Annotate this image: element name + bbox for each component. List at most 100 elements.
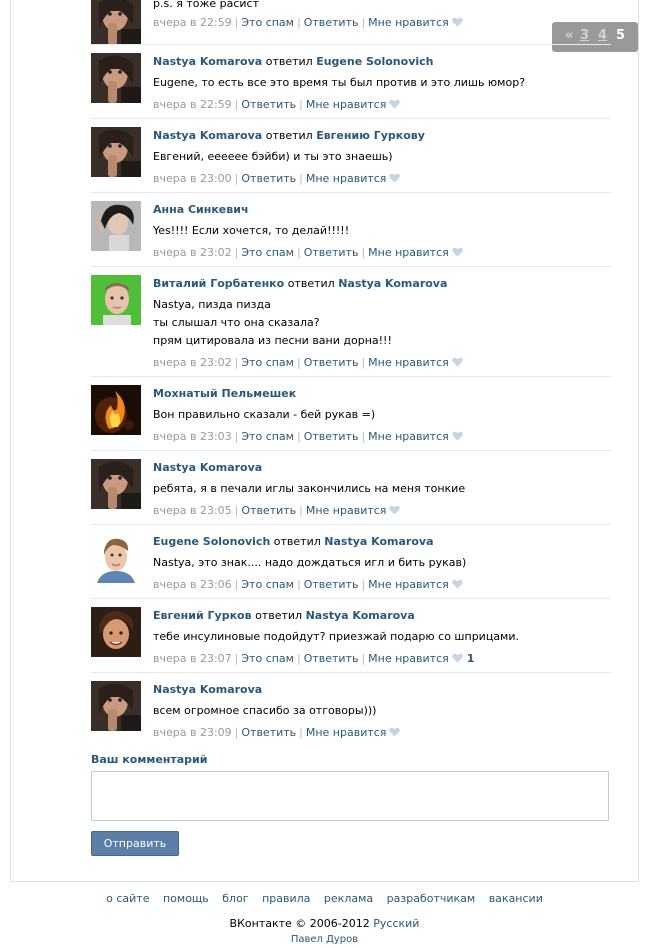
like-link[interactable]: Мне нравится: [306, 726, 387, 739]
reply-link[interactable]: Ответить: [304, 246, 359, 259]
like-link[interactable]: Мне нравится: [368, 246, 449, 259]
like-link[interactable]: Мне нравится: [368, 578, 449, 591]
heart-icon[interactable]: [452, 653, 463, 663]
comment-time[interactable]: вчера в 23:02: [153, 246, 232, 259]
comment-divider: [91, 266, 611, 267]
comment-time[interactable]: вчера в 23:05: [153, 504, 232, 517]
meta-separator: |: [361, 246, 366, 259]
pager-prev-link[interactable]: «: [565, 28, 573, 44]
language-link[interactable]: Русский: [373, 917, 419, 930]
comment-header: Nastya Komarova ответил Eugene Solonovic…: [153, 55, 611, 69]
comment-divider: [91, 44, 611, 45]
avatar[interactable]: [91, 459, 141, 509]
heart-icon[interactable]: [452, 247, 463, 257]
comment-time[interactable]: вчера в 23:03: [153, 430, 232, 443]
comment-author-link[interactable]: Виталий Горбатенко: [153, 277, 284, 290]
comment-divider: [91, 118, 611, 119]
meta-separator: |: [361, 356, 366, 369]
footer-link-rules[interactable]: правила: [262, 892, 310, 905]
like-link[interactable]: Мне нравится: [368, 652, 449, 665]
send-button[interactable]: Отправить: [91, 831, 179, 856]
comment-time[interactable]: вчера в 23:09: [153, 726, 232, 739]
comment-reply-target-link[interactable]: Nastya Komarova: [306, 609, 415, 622]
heart-icon[interactable]: [452, 17, 463, 27]
like-count[interactable]: 1: [467, 652, 475, 665]
footer-link-help[interactable]: помощь: [163, 892, 209, 905]
avatar[interactable]: [91, 127, 141, 177]
meta-separator: |: [296, 430, 301, 443]
meta-separator: |: [296, 652, 301, 665]
spam-link[interactable]: Это спам: [241, 578, 294, 591]
like-link[interactable]: Мне нравится: [368, 430, 449, 443]
comment-author-link[interactable]: Nastya Komarova: [153, 55, 262, 68]
comment-time[interactable]: вчера в 22:59: [153, 16, 232, 29]
comment-text: Вон правильно сказали - бей рукав =): [153, 406, 611, 424]
comment-author-link[interactable]: Nastya Komarova: [153, 129, 262, 142]
comment-time[interactable]: вчера в 23:02: [153, 356, 232, 369]
reply-link[interactable]: Ответить: [241, 172, 296, 185]
spam-link[interactable]: Это спам: [241, 16, 294, 29]
like-link[interactable]: Мне нравится: [368, 16, 449, 29]
reply-link[interactable]: Ответить: [304, 356, 359, 369]
heart-icon[interactable]: [389, 505, 401, 515]
heart-icon[interactable]: [389, 173, 401, 183]
heart-icon[interactable]: [389, 727, 401, 737]
avatar[interactable]: [91, 607, 141, 657]
comment-reply-target-link[interactable]: Nastya Komarova: [324, 535, 433, 548]
avatar[interactable]: [91, 533, 141, 583]
footer-link-jobs[interactable]: вакансии: [489, 892, 543, 905]
avatar[interactable]: [91, 53, 141, 103]
comment-reply-target-link[interactable]: Nastya Komarova: [338, 277, 447, 290]
comment-meta: вчера в 23:00 | Ответить | Мне нравится: [153, 172, 611, 186]
footer-link-ads[interactable]: реклама: [324, 892, 373, 905]
meta-separator: |: [299, 172, 303, 185]
reply-link[interactable]: Ответить: [241, 726, 296, 739]
comment-divider: [91, 376, 611, 377]
comment-time[interactable]: вчера в 23:07: [153, 652, 232, 665]
comment-author-link[interactable]: Nastya Komarova: [153, 683, 262, 696]
avatar[interactable]: [91, 275, 141, 325]
reply-link[interactable]: Ответить: [241, 98, 296, 111]
heart-icon[interactable]: [452, 357, 463, 367]
comment-header: Eugene Solonovich ответил Nastya Komarov…: [153, 535, 611, 549]
avatar[interactable]: [91, 681, 141, 731]
spam-link[interactable]: Это спам: [241, 246, 294, 259]
like-link[interactable]: Мне нравится: [306, 504, 387, 517]
comment-author-link[interactable]: Анна Синкевич: [153, 203, 249, 216]
heart-icon[interactable]: [452, 579, 463, 589]
reply-link[interactable]: Ответить: [304, 430, 359, 443]
heart-icon[interactable]: [389, 99, 401, 109]
like-link[interactable]: Мне нравится: [368, 356, 449, 369]
pager-page-3[interactable]: 3: [580, 28, 589, 44]
footer-link-blog[interactable]: блог: [222, 892, 248, 905]
spam-link[interactable]: Это спам: [241, 652, 294, 665]
reply-link[interactable]: Ответить: [304, 652, 359, 665]
comment-reply-target-link[interactable]: Евгению Гуркову: [316, 129, 425, 142]
comment-body: Виталий Горбатенко ответил Nastya Komaro…: [153, 277, 611, 370]
comment-author-link[interactable]: Евгений Гурков: [153, 609, 252, 622]
footer-link-developers[interactable]: разработчикам: [387, 892, 476, 905]
comment-author-link[interactable]: Eugene Solonovich: [153, 535, 270, 548]
footer-link-about[interactable]: о сайте: [106, 892, 149, 905]
comment-textarea[interactable]: [91, 771, 609, 821]
like-link[interactable]: Мне нравится: [306, 172, 387, 185]
heart-icon[interactable]: [452, 431, 463, 441]
like-link[interactable]: Мне нравится: [306, 98, 387, 111]
comment-author-link[interactable]: Мохнатый Пельмешек: [153, 387, 296, 400]
comment-time[interactable]: вчера в 23:00: [153, 172, 232, 185]
avatar[interactable]: [91, 385, 141, 435]
avatar[interactable]: [91, 201, 141, 251]
spam-link[interactable]: Это спам: [241, 430, 294, 443]
comment-author-link[interactable]: Nastya Komarova: [153, 461, 262, 474]
reply-link[interactable]: Ответить: [304, 578, 359, 591]
reply-link[interactable]: Ответить: [241, 504, 296, 517]
meta-separator: |: [234, 652, 239, 665]
spam-link[interactable]: Это спам: [241, 356, 294, 369]
comment-reply-target-link[interactable]: Eugene Solonovich: [316, 55, 433, 68]
comment-time[interactable]: вчера в 23:06: [153, 578, 232, 591]
reply-link[interactable]: Ответить: [304, 16, 359, 29]
avatar[interactable]: [91, 0, 141, 45]
footer-author-link[interactable]: Павел Дуров: [0, 934, 649, 946]
comment-time[interactable]: вчера в 22:59: [153, 98, 232, 111]
pager-page-4[interactable]: 4: [598, 28, 607, 44]
